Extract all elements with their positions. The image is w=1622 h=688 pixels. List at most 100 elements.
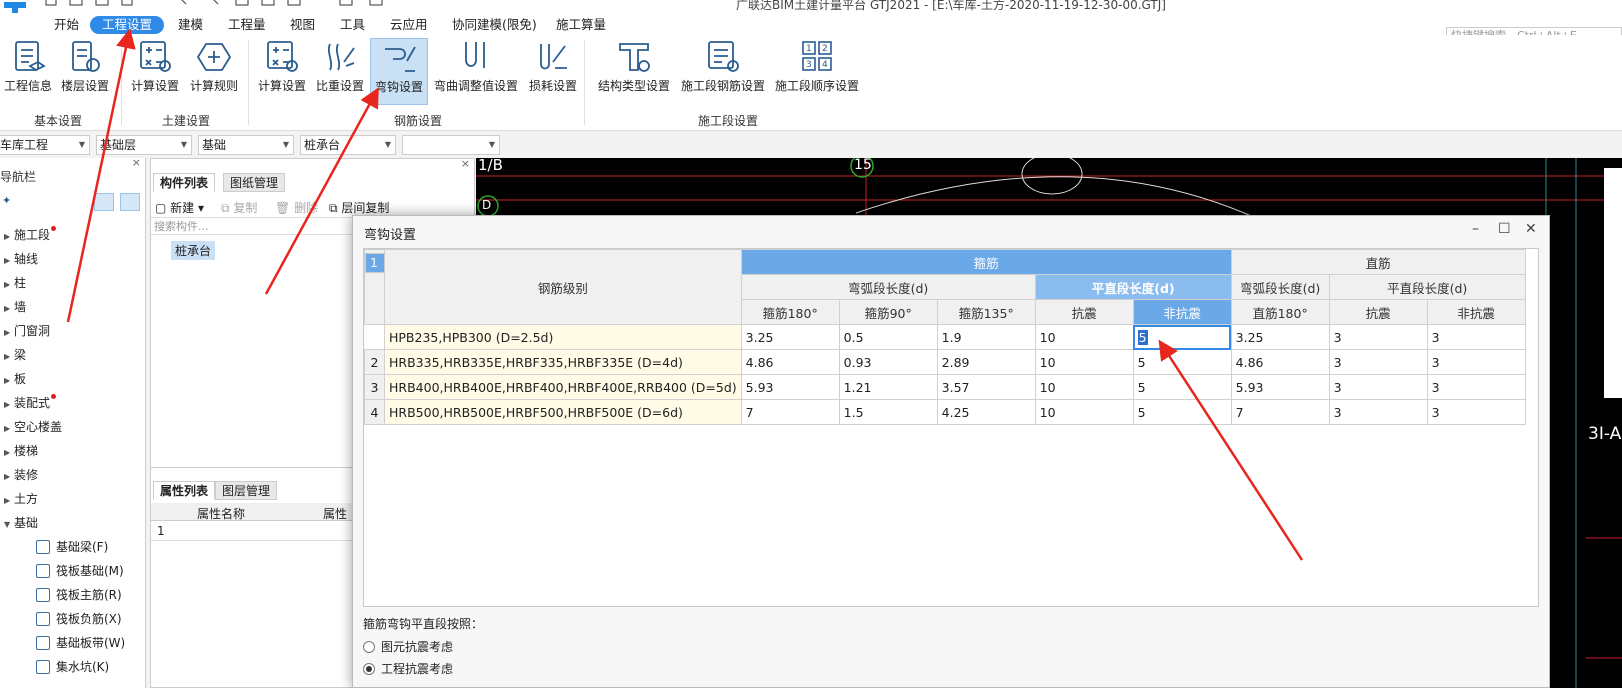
menu-start[interactable]: 开始 [48,16,85,34]
close-icon[interactable]: ✕ [1525,221,1537,237]
nav-item[interactable]: ▶ 土方 [4,490,38,507]
value-cell[interactable]: 3.25 [1230,324,1330,350]
maximize-icon[interactable]: ☐ [1498,221,1511,237]
editing-cell[interactable]: 5 [1132,324,1232,350]
nav-item[interactable]: ▶ 楼梯 [4,442,38,459]
menu-view[interactable]: 视图 [284,16,321,34]
table-row[interactable]: 3 HRB400,HRB400E,HRBF400,HRBF400E,RRB400… [364,374,1526,400]
value-cell[interactable]: 5 [1132,399,1232,425]
bend-adjust-button[interactable]: 弯曲调整值设置 [432,38,520,105]
delete-button[interactable]: 🗑 删除 [275,199,318,216]
value-cell[interactable]: 4.86 [740,349,840,375]
segment-rebar-button[interactable]: 施工段钢筋设置 [678,38,768,105]
value-cell[interactable]: 3 [1426,374,1526,400]
value-cell[interactable]: 3 [1328,399,1428,425]
sub-item-sump[interactable]: 集水坑(K) [36,658,109,675]
segment-order-button[interactable]: 1234 施工段顺序设置 [772,38,862,105]
menu-project-settings[interactable]: 工程设置 [90,16,165,34]
value-cell[interactable]: 3 [1328,349,1428,375]
tab-component-list[interactable]: 构件列表 [153,173,216,192]
list-view-icon[interactable] [120,193,140,211]
value-cell[interactable]: 4.86 [1230,349,1330,375]
radio-element-seismic[interactable]: 图元抗震考虑 [363,638,453,655]
close-icon[interactable]: × [461,157,470,170]
value-cell[interactable]: 3 [1426,349,1526,375]
radio-project-seismic[interactable]: 工程抗震考虑 [363,660,453,677]
value-cell[interactable]: 5.93 [1230,374,1330,400]
hook-settings-button[interactable]: 弯钩设置 [370,38,428,105]
value-cell[interactable]: 3.57 [936,374,1036,400]
value-cell[interactable]: 3 [1328,374,1428,400]
selected-text[interactable]: 5 [1137,329,1148,345]
floor-selector[interactable]: 基础层 ▼ [96,135,192,155]
row-number[interactable]: 3 [364,374,385,400]
project-info-button[interactable]: 工程信息 [2,38,54,105]
view-toolbar[interactable] [1604,168,1622,398]
menu-cloud[interactable]: 云应用 [384,16,434,34]
tree-view-icon[interactable] [94,193,114,211]
value-cell[interactable]: 1.5 [838,399,938,425]
value-cell[interactable]: 5.93 [740,374,840,400]
component-item[interactable]: 桩承台 [171,241,216,260]
value-cell[interactable]: 10 [1034,349,1134,375]
value-cell[interactable]: 1.9 [936,324,1036,350]
value-cell[interactable]: 7 [740,399,840,425]
value-cell[interactable]: 0.5 [838,324,938,350]
tab-layer-management[interactable]: 图层管理 [215,481,278,500]
minimize-icon[interactable]: – [1472,221,1479,237]
nav-item[interactable]: ▶ 柱 [4,274,26,291]
value-cell[interactable]: 3.25 [740,324,840,350]
nav-item[interactable]: ▶ 轴线 [4,250,38,267]
value-cell[interactable]: 3 [1328,324,1428,350]
nav-item[interactable]: ▶ 空心楼盖 [4,418,62,435]
tab-property-list[interactable]: 属性列表 [153,481,216,500]
copy-button[interactable]: ⧉ 复制 [221,199,257,216]
menu-collab[interactable]: 协同建模(限免) [446,16,543,34]
value-cell[interactable]: 10 [1034,374,1134,400]
value-cell[interactable]: 10 [1034,324,1134,350]
value-cell[interactable]: 1.21 [838,374,938,400]
nav-item[interactable]: ▶ 装修 [4,466,38,483]
component-type-selector[interactable]: 桩承台 ▼ [300,135,396,155]
sub-item-raft-neg-rebar[interactable]: 筏板负筋(X) [36,610,122,627]
row-number[interactable]: 1 [364,252,385,273]
civil-calc-settings-button[interactable]: 计算设置 [128,38,182,105]
pin-icon[interactable]: ✦ [2,194,11,207]
menu-construction[interactable]: 施工算量 [550,16,612,34]
value-cell[interactable]: 4.25 [936,399,1036,425]
floor-copy-button[interactable]: ⧉ 层间复制 [329,199,389,216]
nav-item[interactable]: ▶ 门窗洞 [4,322,50,339]
component-selector[interactable]: ▼ [402,135,500,155]
value-cell[interactable]: 0.93 [838,349,938,375]
loss-settings-button[interactable]: 损耗设置 [526,38,580,105]
sub-item-foundation-beam[interactable]: 基础梁(F) [36,538,108,555]
value-cell[interactable]: 5 [1132,374,1232,400]
row-number[interactable]: 2 [364,349,385,375]
density-settings-button[interactable]: 比重设置 [313,38,367,105]
nav-item[interactable]: ▼ 基础 [4,514,38,531]
nav-item[interactable]: ▶ 梁 [4,346,26,363]
rebar-calc-settings-button[interactable]: 计算设置 [255,38,309,105]
value-cell[interactable]: 2.89 [936,349,1036,375]
menu-tools[interactable]: 工具 [334,16,371,34]
sub-item-raft[interactable]: 筏板基础(M) [36,562,124,579]
new-button[interactable]: ▢ 新建 ▾ [155,199,204,216]
structure-type-button[interactable]: 结构类型设置 [594,38,674,105]
calc-rules-button[interactable]: 计算规则 [186,38,242,105]
sub-item-raft-main-rebar[interactable]: 筏板主筋(R) [36,586,122,603]
nav-item[interactable]: ▶ 施工段 [4,226,57,243]
tab-drawing-management[interactable]: 图纸管理 [223,173,286,192]
nav-item[interactable]: ▶ 墙 [4,298,26,315]
sub-item-slab-strip[interactable]: 基础板带(W) [36,634,125,651]
value-cell[interactable]: 7 [1230,399,1330,425]
nav-item[interactable]: ▶ 装配式 [4,394,57,411]
category-selector[interactable]: 基础 ▼ [198,135,294,155]
menu-quantity[interactable]: 工程量 [222,16,272,34]
nav-item[interactable]: ▶ 板 [4,370,26,387]
table-row[interactable]: 1 HPB235,HPB300 (D=2.5d) 3.25 0.5 1.9 10… [364,252,1526,350]
close-icon[interactable]: × [132,156,141,169]
floor-settings-button[interactable]: 楼层设置 [58,38,112,105]
row-number[interactable]: 4 [364,399,385,425]
value-cell[interactable]: 3 [1426,324,1526,350]
project-selector[interactable]: 车库工程 ▼ [0,135,90,155]
